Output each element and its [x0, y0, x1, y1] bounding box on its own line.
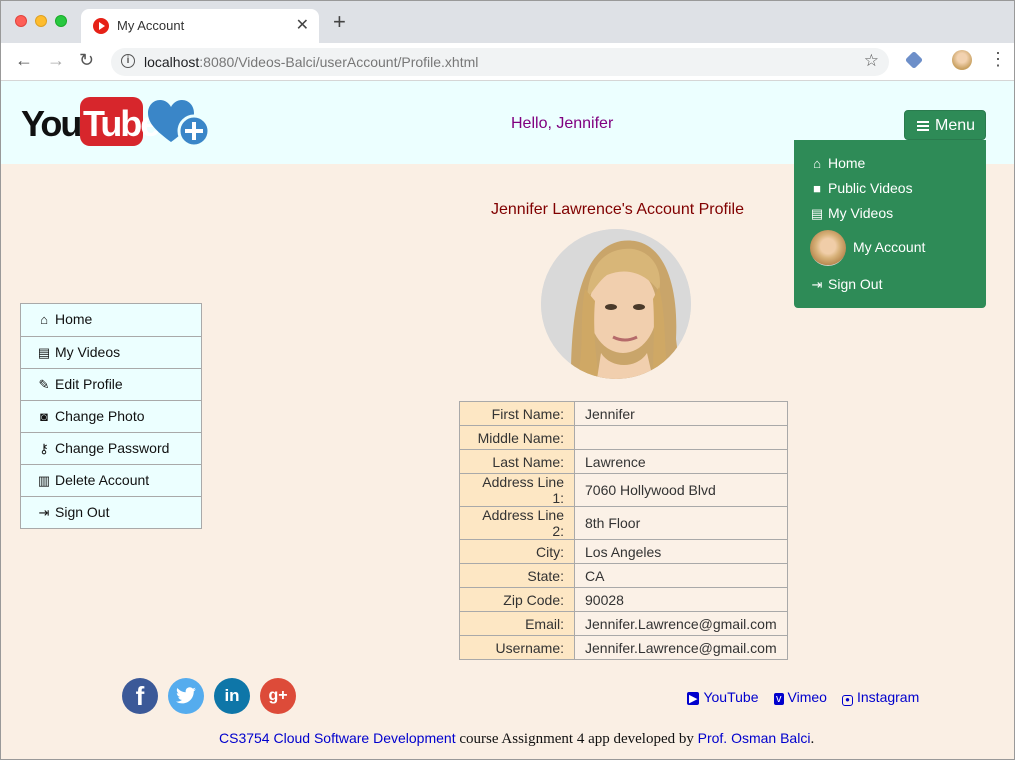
menu-item-sign-out[interactable]: ⇥ Sign Out: [810, 276, 883, 293]
bookmark-star-icon[interactable]: ☆: [864, 51, 879, 71]
profile-title: Jennifer Lawrence's Account Profile: [491, 201, 744, 218]
heart-plus-icon: [148, 100, 211, 148]
back-arrow-icon[interactable]: ←: [15, 50, 33, 70]
course-link[interactable]: CS3754 Cloud Software Development: [219, 730, 456, 746]
menu-item-home[interactable]: ⌂ Home: [810, 155, 865, 171]
footer-credits: CS3754 Cloud Software Development course…: [219, 730, 815, 747]
hamburger-icon: [917, 119, 929, 133]
close-tab-icon[interactable]: ✕: [296, 15, 309, 35]
browser-menu-icon[interactable]: ⋮: [989, 49, 1007, 69]
browser-window: My Account ✕ + ← → ↻ i localhost:8080/Vi…: [0, 0, 1015, 760]
home-icon: ⌂: [40, 312, 48, 327]
menu-item-public-videos[interactable]: ■ Public Videos: [810, 180, 913, 196]
sign-out-icon: ⇥: [811, 277, 823, 292]
tab-title: My Account: [117, 18, 185, 33]
menu-item-my-videos[interactable]: ▤ My Videos: [810, 205, 893, 222]
file-icon: ▤: [810, 206, 824, 221]
author-link[interactable]: Prof. Osman Balci: [698, 730, 811, 746]
account-sidenav: ⌂ Home ▤ My Videos ✎ Edit Profile ◙ Change P…: [20, 303, 202, 529]
menu-item-my-account[interactable]: My Account: [853, 239, 925, 255]
table-row: Last Name: Lawrence: [459, 449, 788, 474]
file-icon: ▤: [37, 345, 51, 360]
sign-out-icon: ⇥: [38, 505, 50, 520]
greeting-text: Hello, Jennifer: [511, 115, 614, 132]
home-icon: ⌂: [813, 156, 821, 171]
sidenav-item-change-password[interactable]: ⚷ Change Password: [21, 432, 201, 464]
key-icon: ⚷: [39, 441, 49, 456]
browser-profile-avatar[interactable]: [952, 50, 972, 70]
sidenav-item-edit-profile[interactable]: ✎ Edit Profile: [21, 368, 201, 400]
avatar[interactable]: [810, 230, 846, 266]
browser-toolbar: ← → ↻ i localhost:8080/Videos-Balci/user…: [1, 43, 1014, 81]
sidenav-item-delete-account[interactable]: ▥ Delete Account: [21, 464, 201, 496]
linkedin-icon[interactable]: in: [214, 678, 250, 714]
profile-photo: [541, 229, 691, 379]
main-menu-dropdown: ⌂ Home ■ Public Videos ▤ My Videos My Accou…: [794, 140, 986, 308]
youtube-plus-logo[interactable]: You Tube: [21, 96, 216, 151]
address-bar[interactable]: i localhost:8080/Videos-Balci/userAccoun…: [111, 48, 889, 76]
video-camera-icon: ■: [813, 181, 821, 196]
new-tab-button[interactable]: +: [333, 11, 346, 33]
vimeo-link[interactable]: v Vimeo: [774, 689, 827, 705]
sidenav-item-my-videos[interactable]: ▤ My Videos: [21, 336, 201, 368]
site-info-icon[interactable]: i: [121, 54, 135, 68]
camera-icon: ◙: [40, 409, 48, 424]
twitter-icon[interactable]: [168, 678, 204, 714]
edit-icon: ✎: [38, 377, 50, 392]
minimize-window-button[interactable]: [35, 15, 47, 27]
tab-strip: My Account ✕ +: [1, 1, 1014, 43]
table-row: First Name: Jennifer: [459, 401, 788, 426]
sidenav-item-home[interactable]: ⌂ Home: [21, 304, 201, 336]
table-row: State: CA: [459, 563, 788, 588]
vimeo-icon: v: [774, 693, 784, 705]
youtube-favicon-icon: [93, 18, 109, 34]
profile-details-table: First Name: Jennifer Middle Name: Last Na…: [459, 401, 788, 660]
instagram-link[interactable]: ● Instagram: [842, 689, 919, 706]
table-row: Address Line 1: 7060 Hollywood Blvd: [459, 473, 788, 507]
reload-icon[interactable]: ↻: [79, 50, 94, 70]
table-row: Zip Code: 90028: [459, 587, 788, 612]
google-plus-icon[interactable]: g+: [260, 678, 296, 714]
sidenav-item-change-photo[interactable]: ◙ Change Photo: [21, 400, 201, 432]
sidenav-item-sign-out[interactable]: ⇥ Sign Out: [21, 496, 201, 528]
table-row: Username: Jennifer.Lawrence@gmail.com: [459, 635, 788, 660]
youtube-link[interactable]: ▶ YouTube: [687, 689, 758, 705]
youtube-icon: ▶: [687, 692, 700, 705]
tab-my-account[interactable]: My Account ✕: [81, 9, 319, 43]
table-row: City: Los Angeles: [459, 539, 788, 564]
forward-arrow-icon[interactable]: →: [47, 50, 65, 70]
trash-icon: ▥: [37, 473, 51, 488]
table-row: Email: Jennifer.Lawrence@gmail.com: [459, 611, 788, 636]
close-window-button[interactable]: [15, 15, 27, 27]
instagram-icon: ●: [842, 695, 853, 706]
menu-button[interactable]: Menu: [904, 110, 986, 140]
url-text[interactable]: localhost:8080/Videos-Balci/userAccount/…: [144, 54, 478, 70]
maximize-window-button[interactable]: [55, 15, 67, 27]
table-row: Address Line 2: 8th Floor: [459, 506, 788, 540]
facebook-icon[interactable]: f: [122, 678, 158, 714]
table-row: Middle Name:: [459, 425, 788, 450]
